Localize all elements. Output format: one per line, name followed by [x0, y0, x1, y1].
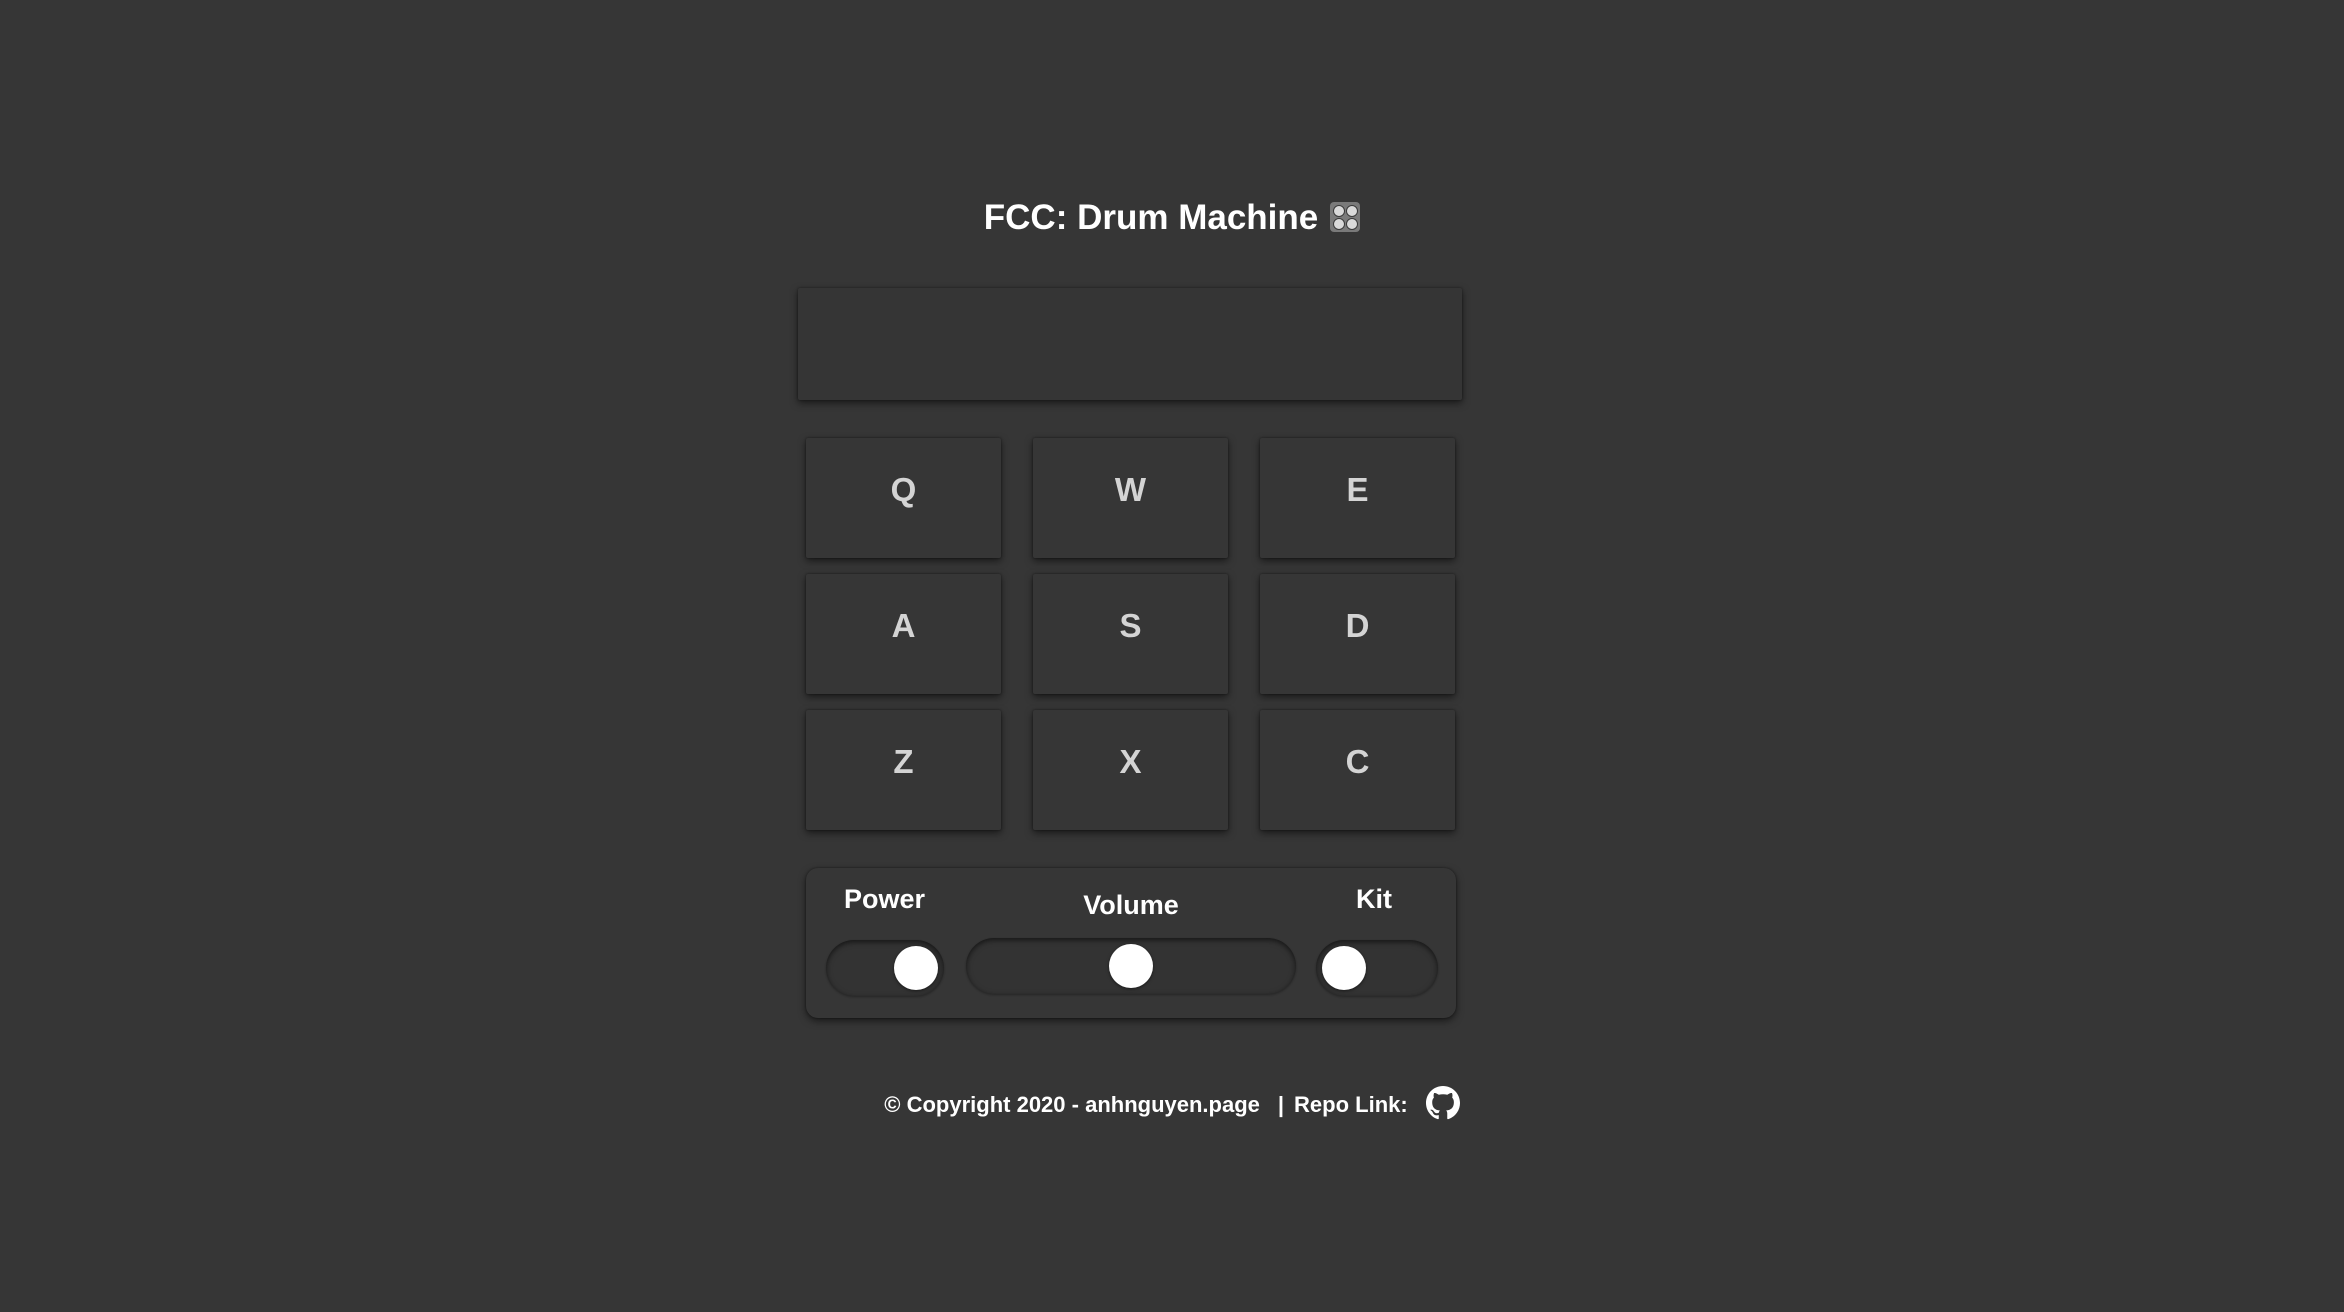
- volume-slider-thumb[interactable]: [1109, 944, 1153, 988]
- site-link[interactable]: anhnguyen.page: [1085, 1092, 1260, 1117]
- footer-separator: |: [1277, 1092, 1285, 1117]
- display-panel: [798, 288, 1462, 400]
- drum-pad-w[interactable]: W: [1033, 438, 1228, 558]
- copyright-text: © Copyright 2020 -: [884, 1092, 1079, 1117]
- kit-label: Kit: [1356, 884, 1392, 914]
- drum-pad-q[interactable]: Q: [806, 438, 1001, 558]
- control-knobs-icon: [1330, 202, 1361, 232]
- kit-toggle-knob[interactable]: [1322, 946, 1366, 990]
- drum-pad-a[interactable]: A: [806, 574, 1001, 694]
- drum-pad-s[interactable]: S: [1033, 574, 1228, 694]
- drum-machine-app: FCC: Drum Machine Q W E A S D Z X C Powe…: [0, 0, 2344, 1312]
- drum-pad-grid: Q W E A S D Z X C: [806, 438, 1456, 830]
- controls-panel: Power Volume Kit: [806, 868, 1456, 1018]
- kit-toggle[interactable]: [1316, 940, 1438, 996]
- drum-pad-e[interactable]: E: [1260, 438, 1455, 558]
- drum-pad-c[interactable]: C: [1260, 710, 1455, 830]
- page-title-text: FCC: Drum Machine: [983, 198, 1319, 237]
- power-toggle[interactable]: [826, 940, 944, 996]
- github-icon[interactable]: [1425, 1086, 1460, 1120]
- repo-label: Repo Link:: [1294, 1092, 1408, 1117]
- power-toggle-knob[interactable]: [894, 946, 938, 990]
- page-title: FCC: Drum Machine: [0, 194, 2344, 242]
- drum-pad-z[interactable]: Z: [806, 710, 1001, 830]
- footer: © Copyright 2020 - anhnguyen.page | Repo L…: [0, 1086, 2344, 1123]
- drum-pad-d[interactable]: D: [1260, 574, 1455, 694]
- drum-pad-x[interactable]: X: [1033, 710, 1228, 830]
- volume-slider[interactable]: [966, 938, 1296, 994]
